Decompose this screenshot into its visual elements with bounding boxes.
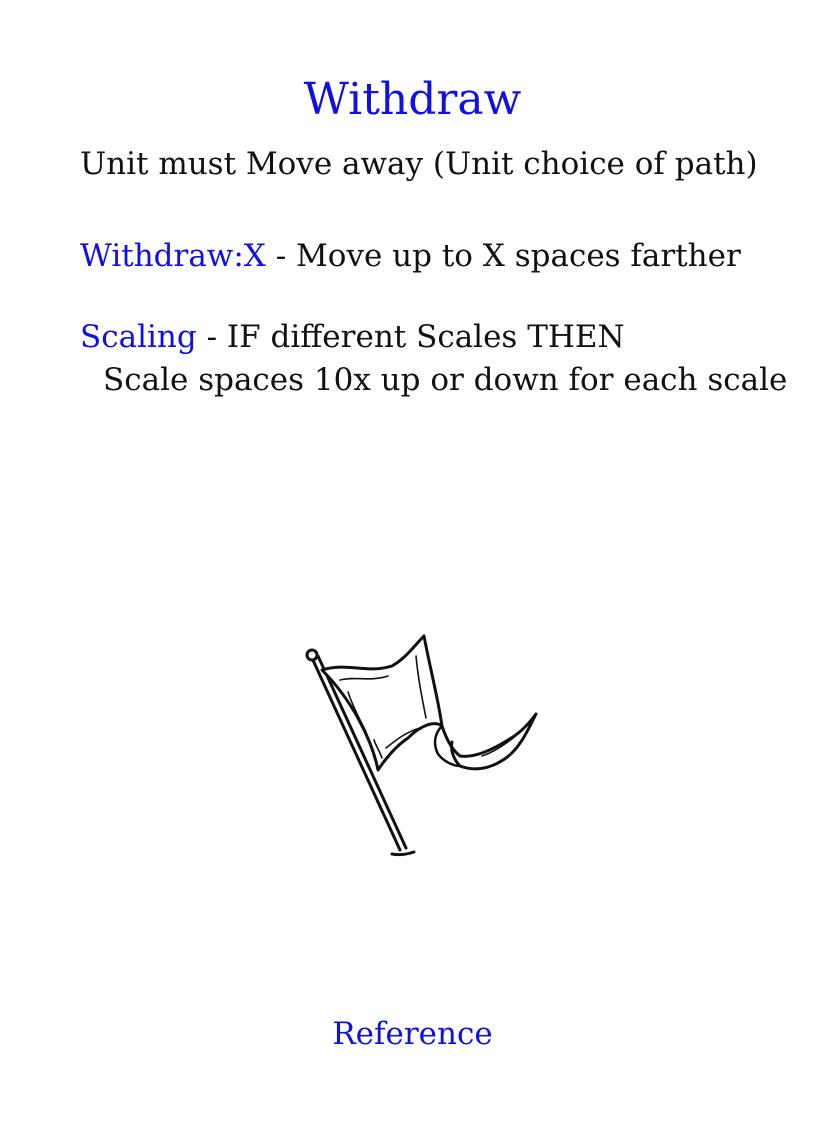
rule-keyword: Scaling <box>80 319 197 355</box>
reference-card: Withdraw Unit must Move away (Unit choic… <box>0 0 825 1125</box>
reference-label: Reference <box>332 1016 493 1052</box>
rule-text: - IF different Scales THEN <box>196 319 625 355</box>
card-title: Withdraw <box>303 74 522 125</box>
scaling-detail: Scale spaces 10x up or down for each sca… <box>103 362 788 398</box>
rule-keyword: Withdraw:X <box>80 238 266 274</box>
rule-scaling: Scaling - IF different Scales THEN <box>80 317 625 357</box>
rule-text: - Move up to X spaces farther <box>265 238 741 274</box>
flag-icon <box>305 634 538 857</box>
rule-withdraw: Withdraw:X - Move up to X spaces farther <box>80 236 741 276</box>
card-intro: Unit must Move away (Unit choice of path… <box>80 146 758 182</box>
